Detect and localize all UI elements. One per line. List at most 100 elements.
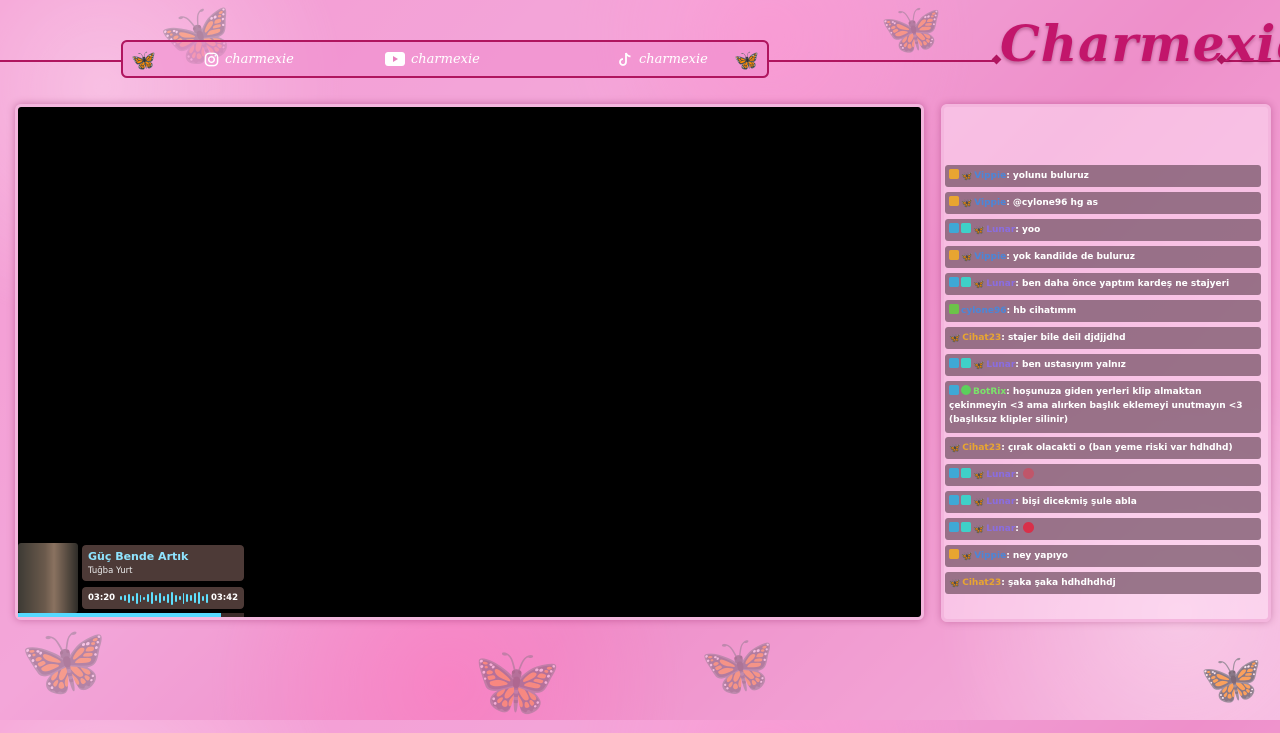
crown-badge-icon: [949, 169, 959, 179]
chat-text: : ben daha önce yaptım kardeş ne stajyer…: [1015, 279, 1230, 289]
social-instagram[interactable]: charmexie: [203, 51, 294, 67]
waveform-bar: [155, 595, 158, 601]
emote-icon: [1022, 522, 1034, 533]
chat-username[interactable]: Lunar: [986, 524, 1015, 534]
track-duration: 03:42: [210, 593, 238, 603]
waveform-bar: [147, 594, 150, 602]
header-line-left: [0, 60, 121, 62]
butterfly-icon: 🦋: [131, 48, 156, 72]
social-tiktok[interactable]: charmexie: [617, 51, 708, 67]
chat-username[interactable]: Lunar: [986, 497, 1015, 507]
chat-message: 🦋 Vippie: yolunu buluruz: [945, 165, 1261, 187]
chat-message: 🦋 Cihat23: şaka şaka hdhdhdhdj: [945, 572, 1261, 594]
audio-waveform-icon: [120, 591, 208, 605]
chat-username[interactable]: Lunar: [986, 470, 1015, 480]
chat-username[interactable]: cylone96: [961, 306, 1007, 316]
butterfly-badge-icon: 🦋: [949, 579, 961, 589]
waveform-bar: [139, 594, 142, 602]
blue-badge-icon: [949, 468, 959, 478]
waveform-bar: [159, 593, 161, 603]
playback-time-bar: 03:20 03:42: [82, 587, 244, 609]
chat-username[interactable]: Vippie: [974, 198, 1006, 208]
chat-username[interactable]: Vippie: [974, 252, 1006, 262]
teal-badge-icon: [961, 277, 971, 287]
teal-badge-icon: [961, 468, 971, 478]
butterfly-badge-icon: 🦋: [961, 552, 973, 562]
crown-badge-icon: [949, 196, 959, 206]
butterfly-icon: 🦋: [734, 48, 759, 72]
butterfly-badge-icon: 🦋: [949, 444, 961, 454]
waveform-bar: [174, 594, 177, 602]
background-butterfly-icon: 🦋: [461, 630, 567, 732]
chat-text: : yoo: [1015, 225, 1041, 235]
waveform-bar: [162, 595, 165, 601]
waveform-bar: [127, 593, 130, 603]
teal-badge-icon: [961, 358, 971, 368]
chat-text: :: [1015, 470, 1019, 480]
chat-text: : yok kandilde de buluruz: [1006, 252, 1135, 262]
waveform-bar: [190, 595, 193, 601]
waveform-bar: [166, 593, 169, 603]
butterfly-badge-icon: 🦋: [973, 361, 985, 371]
butterfly-badge-icon: 🦋: [961, 253, 973, 263]
instagram-icon: [203, 51, 219, 67]
chat-username[interactable]: Cihat23: [962, 443, 1001, 453]
crown-badge-icon: [949, 250, 959, 260]
circle-badge-icon: [961, 385, 971, 395]
butterfly-badge-icon: 🦋: [961, 172, 973, 182]
social-handle: charmexie: [225, 51, 294, 67]
elapsed-time: 03:20: [88, 593, 116, 603]
header-line-middle: [769, 60, 999, 62]
chat-username[interactable]: Cihat23: [962, 578, 1001, 588]
chat-message: cylone96: hb cihatımm: [945, 300, 1261, 322]
waveform-bar: [170, 591, 173, 605]
social-handle: charmexie: [639, 51, 708, 67]
album-art: [18, 543, 78, 613]
chat-text: : hb cihatımm: [1006, 306, 1077, 316]
butterfly-badge-icon: 🦋: [973, 471, 985, 481]
chat-text: : şaka şaka hdhdhdhdj: [1001, 578, 1116, 588]
chat-username[interactable]: Lunar: [986, 279, 1015, 289]
background-butterfly-icon: 🦋: [880, 0, 943, 58]
chat-username[interactable]: Vippie: [974, 171, 1006, 181]
chat-username[interactable]: Vippie: [974, 551, 1006, 561]
chat-username[interactable]: Lunar: [986, 225, 1015, 235]
crown-badge-icon: [949, 549, 959, 559]
chat-username[interactable]: BotRix: [973, 387, 1006, 397]
chat-message: 🦋 Lunar: ben daha önce yaptım kardeş ne s…: [945, 273, 1261, 295]
track-artist: Tuğba Yurt: [88, 566, 133, 576]
brand-logo: Charmexie: [1000, 14, 1280, 73]
blue-badge-icon: [949, 522, 959, 532]
chat-text: : bişi dicekmiş şule abla: [1015, 497, 1137, 507]
green-badge-icon: [949, 304, 959, 314]
social-youtube[interactable]: charmexie: [385, 51, 480, 67]
chat-message: 🦋 Cihat23: çırak olacakti o (ban yeme ris…: [945, 437, 1261, 459]
chat-text: : çırak olacakti o (ban yeme riski var h…: [1001, 443, 1233, 453]
chat-text: :: [1015, 524, 1019, 534]
chat-message: 🦋 Vippie: @cylone96 hg as: [945, 192, 1261, 214]
chat-username[interactable]: Lunar: [986, 360, 1015, 370]
chat-message: 🦋 Lunar:: [945, 518, 1261, 540]
butterfly-badge-icon: 🦋: [949, 334, 961, 344]
chat-text: : ben ustasıyım yalnız: [1015, 360, 1126, 370]
waveform-bar: [131, 595, 134, 601]
chat-text: : yolunu buluruz: [1006, 171, 1089, 181]
waveform-bar: [182, 592, 185, 604]
teal-badge-icon: [961, 495, 971, 505]
blue-badge-icon: [949, 277, 959, 287]
waveform-bar: [205, 593, 208, 603]
youtube-icon: [385, 51, 405, 67]
waveform-bar: [135, 592, 138, 604]
tiktok-icon: [617, 51, 633, 67]
chat-message: 🦋 Lunar: bişi dicekmiş şule abla: [945, 491, 1261, 513]
social-handle: charmexie: [411, 51, 480, 67]
chat-message: 🦋 Lunar: yoo: [945, 219, 1261, 241]
chat-username[interactable]: Cihat23: [962, 333, 1001, 343]
waveform-bar: [186, 594, 189, 602]
background-butterfly-icon: 🦋: [1200, 650, 1263, 708]
chat-text: : stajer bile deil djdjjdhd: [1001, 333, 1126, 343]
butterfly-badge-icon: 🦋: [973, 498, 985, 508]
butterfly-badge-icon: 🦋: [973, 525, 985, 535]
waveform-bar: [151, 592, 154, 604]
emote-icon: [1022, 468, 1034, 479]
